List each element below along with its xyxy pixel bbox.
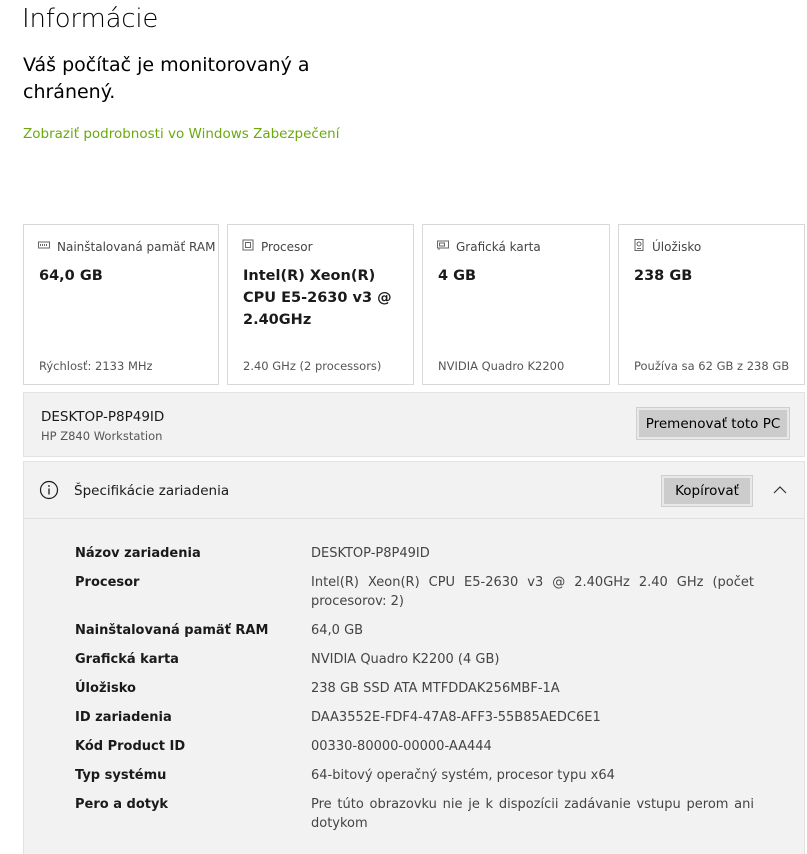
spec-row-processor: Procesor Intel(R) Xeon(R) CPU E5-2630 v3…	[75, 573, 755, 611]
graphics-card: Grafická karta 4 GB NVIDIA Quadro K2200	[422, 224, 610, 385]
spec-key: Grafická karta	[75, 652, 179, 667]
storage-card-label: Úložisko	[652, 239, 702, 254]
spec-key: ID zariadenia	[75, 710, 172, 725]
pc-name-bar: DESKTOP-P8P49ID HP Z840 Workstation Prem…	[23, 392, 805, 457]
spec-key: Typ systému	[75, 768, 167, 783]
spec-row-pen-touch: Pero a dotyk Pre túto obrazovku nie je k…	[75, 795, 755, 833]
spec-row-product-id: Kód Product ID 00330-80000-00000-AA444	[75, 737, 755, 756]
graphics-card-sub: NVIDIA Quadro K2200	[438, 359, 565, 373]
graphics-card-value: 4 GB	[438, 268, 477, 284]
security-details-link[interactable]: Zobraziť podrobnosti vo Windows Zabezpeč…	[23, 126, 339, 142]
spec-value[interactable]: DESKTOP-P8P49ID	[311, 544, 754, 563]
storage-card-sub: Používa sa 62 GB z 238 GB	[634, 359, 790, 373]
spec-key: Nainštalovaná pamäť RAM	[75, 623, 269, 638]
page-title: Informácie	[22, 4, 159, 34]
pc-model: HP Z840 Workstation	[41, 429, 163, 443]
processor-card-label: Procesor	[261, 239, 313, 254]
spec-value[interactable]: DAA3552E-FDF4-47A8-AFF3-55B85AEDC6E1	[311, 708, 754, 727]
spec-value[interactable]: 64,0 GB	[311, 621, 754, 640]
spec-value[interactable]: 64-bitový operačný systém, procesor typu…	[311, 766, 754, 785]
spec-row-graphics: Grafická karta NVIDIA Quadro K2200 (4 GB…	[75, 650, 755, 669]
processor-card: Procesor Intel(R) Xeon(R) CPU E5-2630 v3…	[227, 224, 414, 385]
spec-value[interactable]: Intel(R) Xeon(R) CPU E5-2630 v3 @ 2.40GH…	[311, 573, 754, 611]
device-specifications-title: Špecifikácie zariadenia	[74, 483, 230, 499]
ram-card-label: Nainštalovaná pamäť RAM	[57, 239, 216, 254]
ram-card-value: 64,0 GB	[39, 268, 103, 284]
storage-card-value: 238 GB	[634, 268, 693, 284]
spec-value[interactable]: 238 GB SSD ATA MTFDDAK256MBF-1A	[311, 679, 754, 698]
pc-name: DESKTOP-P8P49ID	[41, 409, 165, 425]
spec-row-storage: Úložisko 238 GB SSD ATA MTFDDAK256MBF-1A	[75, 679, 755, 698]
copy-button[interactable]: Kopírovať	[661, 475, 753, 507]
protection-status: Váš počítač je monitorovaný a chránený.	[23, 54, 310, 103]
device-specifications-header[interactable]: Špecifikácie zariadenia Kopírovať	[24, 462, 804, 519]
processor-icon	[242, 239, 254, 254]
spec-row-device-id: ID zariadenia DAA3552E-FDF4-47A8-AFF3-55…	[75, 708, 755, 727]
ram-card: Nainštalovaná pamäť RAM 64,0 GB Rýchlosť…	[23, 224, 219, 385]
spec-key: Kód Product ID	[75, 739, 186, 754]
processor-card-value: Intel(R) Xeon(R) CPU E5-2630 v3 @ 2.40GH…	[243, 268, 392, 328]
device-specifications-panel: Špecifikácie zariadenia Kopírovať Názov …	[23, 461, 805, 854]
spec-value[interactable]: 00330-80000-00000-AA444	[311, 737, 754, 756]
ram-card-sub: Rýchlosť: 2133 MHz	[39, 359, 153, 373]
graphics-card-icon	[437, 239, 449, 254]
chevron-up-icon[interactable]	[772, 482, 788, 498]
memory-icon	[38, 239, 50, 254]
spec-key: Procesor	[75, 575, 140, 590]
spec-row-system-type: Typ systému 64-bitový operačný systém, p…	[75, 766, 755, 785]
info-icon	[39, 480, 59, 500]
spec-key: Pero a dotyk	[75, 797, 169, 812]
spec-row-ram: Nainštalovaná pamäť RAM 64,0 GB	[75, 621, 755, 640]
spec-value[interactable]: NVIDIA Quadro K2200 (4 GB)	[311, 650, 754, 669]
graphics-card-label: Grafická karta	[456, 239, 541, 254]
spec-value[interactable]: Pre túto obrazovku nie je k dispozícii z…	[311, 795, 754, 833]
spec-key: Úložisko	[75, 681, 136, 696]
processor-card-sub: 2.40 GHz (2 processors)	[243, 359, 382, 373]
rename-pc-button[interactable]: Premenovať toto PC	[636, 407, 790, 440]
spec-key: Názov zariadenia	[75, 546, 201, 561]
spec-row-device-name: Názov zariadenia DESKTOP-P8P49ID	[75, 544, 755, 563]
storage-card: Úložisko 238 GB Používa sa 62 GB z 238 G…	[618, 224, 805, 385]
storage-icon	[633, 239, 645, 254]
